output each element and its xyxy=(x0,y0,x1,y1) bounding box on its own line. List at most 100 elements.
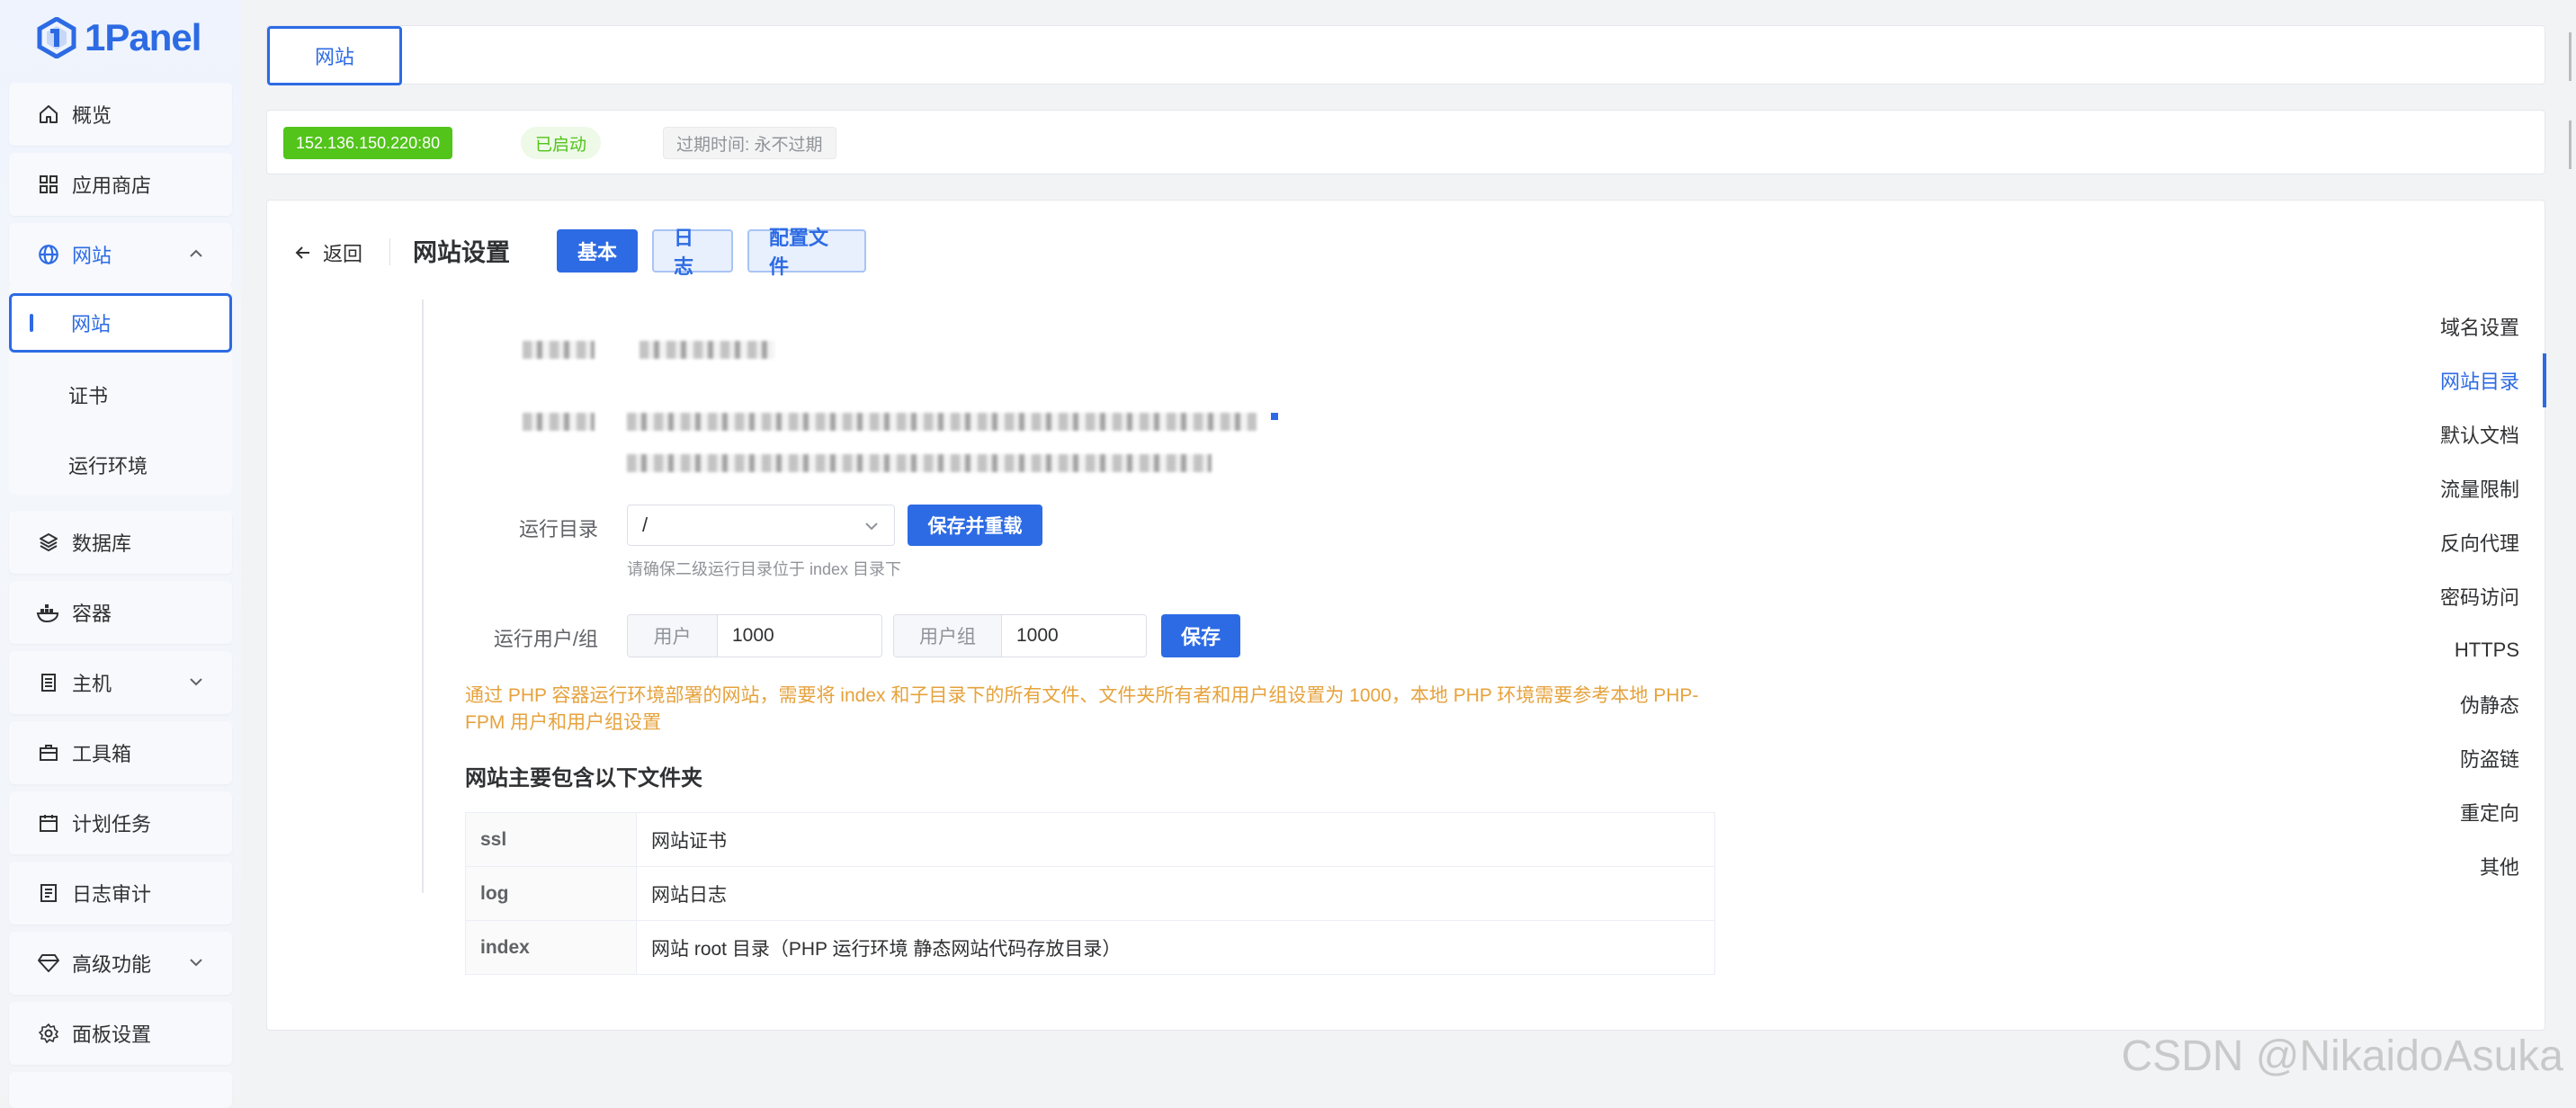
gear-icon xyxy=(36,1021,61,1046)
watermark: CSDN @NikaidoAsuka xyxy=(2121,1032,2563,1080)
sidebar-item-label: 数据库 xyxy=(72,532,132,555)
tab-basic-button[interactable]: 基本 xyxy=(557,229,638,273)
submenu-password-access[interactable]: 密码访问 xyxy=(2386,569,2545,623)
sidebar-item-label: 计划任务 xyxy=(72,813,152,835)
submenu-domain[interactable]: 域名设置 xyxy=(2386,299,2545,353)
redacted-label xyxy=(523,413,595,431)
tab-config-button[interactable]: 配置文件 xyxy=(747,227,866,278)
logo-icon xyxy=(37,17,76,58)
redacted-value xyxy=(627,454,1212,472)
submenu-default-doc[interactable]: 默认文档 xyxy=(2386,407,2545,461)
home-icon xyxy=(36,102,61,127)
run-dir-select[interactable]: / xyxy=(627,505,895,546)
folder-name: ssl xyxy=(465,812,637,867)
sidebar-item-settings[interactable]: 面板设置 xyxy=(9,1002,232,1065)
sidebar-item-toolbox[interactable]: 工具箱 xyxy=(9,721,232,784)
sidebar-subitem-certificates[interactable]: 证书 xyxy=(9,365,232,424)
logo-text: 1Panel xyxy=(85,16,201,58)
php-warning: 通过 PHP 容器运行环境部署的网站，需要将 index 和子目录下的所有文件、… xyxy=(465,685,1699,733)
redacted-label xyxy=(523,341,595,359)
run-dir-label: 运行目录 xyxy=(518,518,598,541)
sidebar-item-advanced[interactable]: 高级功能 xyxy=(9,932,232,995)
save-button[interactable]: 保存 xyxy=(1161,614,1240,657)
toolbox-icon xyxy=(36,740,61,765)
logo[interactable]: 1Panel xyxy=(36,13,201,63)
tab-websites[interactable]: 网站 xyxy=(267,26,402,85)
folder-desc: 网站 root 目录（PHP 运行环境 静态网站代码存放目录） xyxy=(636,920,1715,975)
sidebar-item-label: 面板设置 xyxy=(72,1023,152,1046)
submenu-reverse-proxy[interactable]: 反向代理 xyxy=(2386,515,2545,569)
status-badge: 已启动 xyxy=(521,127,602,159)
globe-icon xyxy=(36,242,61,267)
page-title: 网站设置 xyxy=(413,239,510,266)
site-info-bar: 152.136.150.220:80 已启动 过期时间: 永不过期 xyxy=(266,110,2545,174)
sidebar-item-label: 容器 xyxy=(72,603,112,625)
tab-bar: 网站 xyxy=(266,25,2545,85)
user-group-label: 运行用户/组 xyxy=(493,628,598,650)
sidebar-item-app-store[interactable]: 应用商店 xyxy=(9,153,232,216)
table-row: index 网站 root 目录（PHP 运行环境 静态网站代码存放目录） xyxy=(465,920,1715,975)
server-icon xyxy=(36,670,61,695)
user-prefix: 用户 xyxy=(628,615,718,657)
sidebar-item-cron[interactable]: 计划任务 xyxy=(9,791,232,854)
chevron-down-icon xyxy=(865,523,878,531)
calendar-icon xyxy=(36,810,61,835)
sidebar: 1Panel 概览 应用商店 网站 网站 证书 运行环境 数据库 容器 主机 工… xyxy=(0,0,241,1108)
site-settings-panel: 返回 网站设置 基本 日志 配置文件 域名设置 网站目录 默认文档 流量限制 反… xyxy=(266,200,2546,1031)
table-row: log 网站日志 xyxy=(465,866,1715,921)
expire-tag: 过期时间: 永不过期 xyxy=(663,127,836,159)
group-prefix: 用户组 xyxy=(894,615,1002,657)
folder-name: index xyxy=(465,920,637,975)
submenu-https[interactable]: HTTPS xyxy=(2386,623,2545,677)
run-dir-value: / xyxy=(642,514,648,536)
layers-icon xyxy=(36,530,61,555)
chevron-up-icon xyxy=(190,249,202,257)
sidebar-item-label: 工具箱 xyxy=(72,743,132,765)
sidebar-subitem-label: 网站 xyxy=(71,313,112,335)
scroll-edge xyxy=(2563,0,2576,1095)
divider xyxy=(389,238,390,265)
save-reload-button[interactable]: 保存并重载 xyxy=(908,505,1042,546)
submenu-other[interactable]: 其他 xyxy=(2386,839,2545,893)
submenu-hotlink[interactable]: 防盗链 xyxy=(2386,731,2545,785)
chevron-down-icon xyxy=(190,959,202,967)
ip-port-tag: 152.136.150.220:80 xyxy=(283,127,453,159)
submenu-site-directory[interactable]: 网站目录 xyxy=(2386,353,2546,407)
sidebar-subitem-label: 证书 xyxy=(68,385,109,407)
sidebar-item-websites[interactable]: 网站 xyxy=(9,223,232,286)
group-value[interactable]: 1000 xyxy=(1002,615,1059,657)
submenu-redirect[interactable]: 重定向 xyxy=(2386,785,2545,839)
arrow-left-icon xyxy=(295,246,309,259)
redacted-value xyxy=(640,341,774,359)
docker-icon xyxy=(36,600,61,625)
sidebar-item-host[interactable]: 主机 xyxy=(9,651,232,714)
sidebar-item-database[interactable]: 数据库 xyxy=(9,511,232,574)
submenu-rate-limit[interactable]: 流量限制 xyxy=(2386,461,2545,515)
sidebar-subitem-websites[interactable]: 网站 xyxy=(9,293,232,353)
group-input[interactable]: 用户组 1000 xyxy=(893,614,1147,657)
sidebar-item-label: 高级功能 xyxy=(72,953,152,976)
folder-desc: 网站证书 xyxy=(636,812,1715,867)
grid-icon xyxy=(36,172,61,197)
sidebar-item-containers[interactable]: 容器 xyxy=(9,581,232,644)
redacted-value xyxy=(627,413,1257,431)
table-row: ssl 网站证书 xyxy=(465,812,1715,867)
sidebar-subitem-runtime[interactable]: 运行环境 xyxy=(9,435,232,495)
user-value[interactable]: 1000 xyxy=(718,615,774,657)
tab-logs-button[interactable]: 日志 xyxy=(652,227,733,278)
back-button[interactable]: 返回 xyxy=(294,238,362,267)
run-dir-hint: 请确保二级运行目录位于 index 目录下 xyxy=(627,560,902,578)
submenu-divider xyxy=(422,299,424,893)
sidebar-item-label: 应用商店 xyxy=(72,174,152,197)
sidebar-item-overview[interactable]: 概览 xyxy=(9,83,232,146)
folder-desc: 网站日志 xyxy=(636,866,1715,921)
copy-icon[interactable] xyxy=(1271,413,1278,420)
sidebar-item-label: 日志审计 xyxy=(72,883,152,906)
chevron-down-icon xyxy=(190,678,202,686)
back-label: 返回 xyxy=(323,243,363,265)
sidebar-item-logs[interactable]: 日志审计 xyxy=(9,862,232,925)
user-input[interactable]: 用户 1000 xyxy=(627,614,882,657)
submenu-rewrite[interactable]: 伪静态 xyxy=(2386,677,2545,731)
folder-name: log xyxy=(465,866,637,921)
sidebar-item-more[interactable] xyxy=(9,1072,232,1108)
